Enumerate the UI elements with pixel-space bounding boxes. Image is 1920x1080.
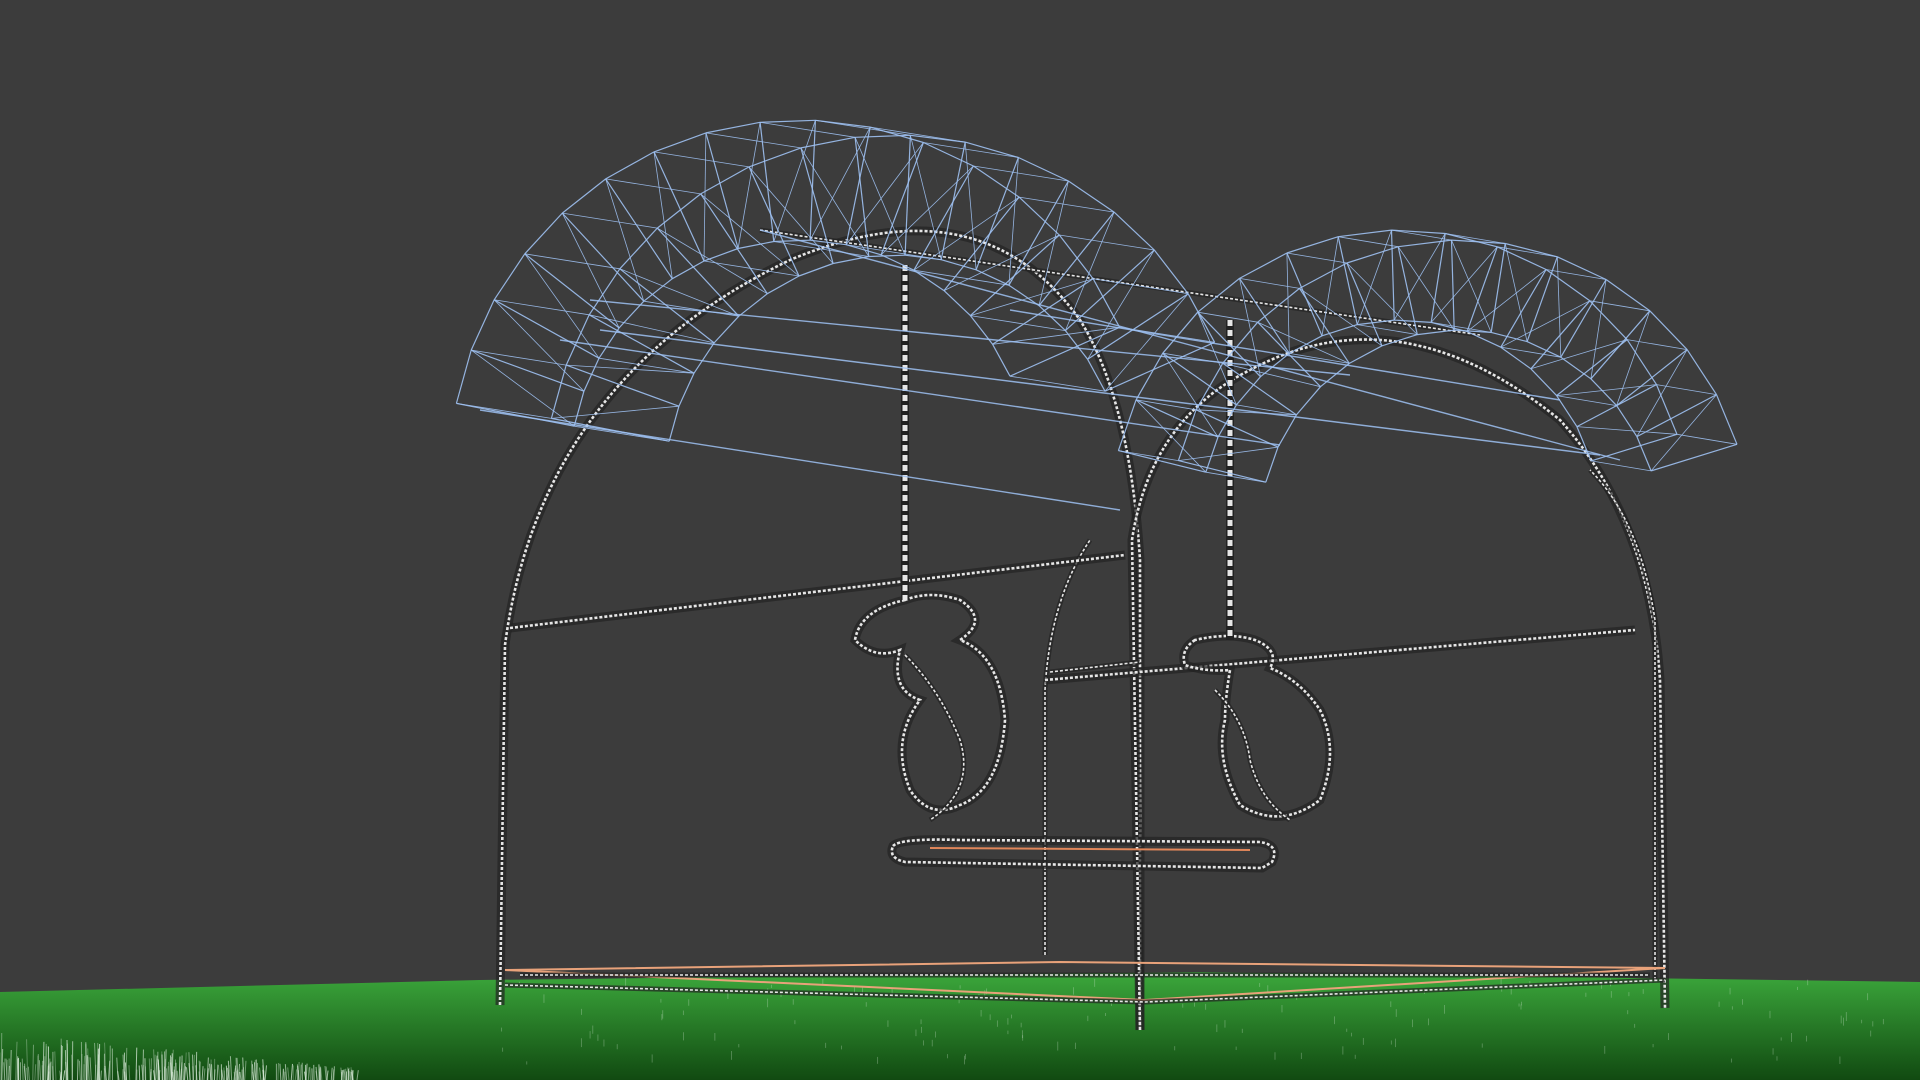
ground-plane-icon[interactable] xyxy=(0,972,1920,1080)
viewport-canvas[interactable] xyxy=(0,0,1920,1080)
3d-viewport[interactable] xyxy=(0,0,1920,1080)
